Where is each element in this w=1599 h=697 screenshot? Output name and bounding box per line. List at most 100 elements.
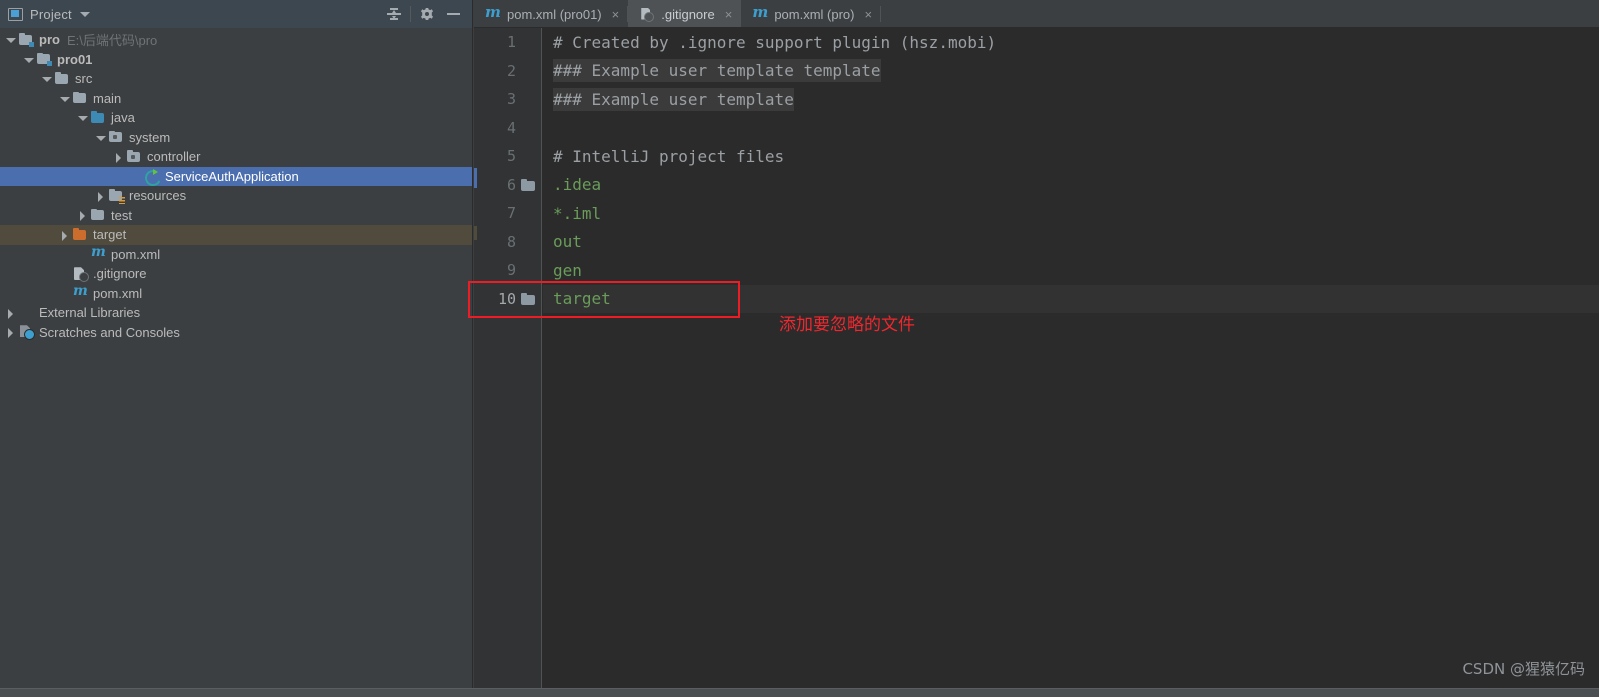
gutter-line[interactable]: 6: [477, 171, 541, 200]
editor-code-area[interactable]: # Created by .ignore support plugin (hsz…: [543, 28, 1599, 688]
code-line-text: ### Example user template: [553, 87, 794, 111]
maven-file-icon: [485, 3, 501, 22]
gutter-line[interactable]: 10: [477, 285, 541, 314]
line-number: 10: [497, 289, 516, 308]
line-number: 6: [506, 175, 516, 194]
expand-arrow-right-icon[interactable]: [4, 323, 18, 342]
expand-arrow-right-icon[interactable]: [112, 147, 126, 166]
tree-item-label: pro01: [57, 51, 93, 67]
code-line-text: # Created by .ignore support plugin (hsz…: [553, 32, 997, 52]
code-line[interactable]: ### Example user template template: [543, 57, 1599, 86]
expand-arrow-down-icon[interactable]: [4, 30, 18, 49]
gutter-line[interactable]: 8: [477, 228, 541, 257]
gutter-line[interactable]: 1: [477, 28, 541, 57]
close-icon[interactable]: ×: [612, 8, 620, 21]
editor-tab-pom-xml-pro[interactable]: pom.xml (pro) ×: [741, 0, 882, 28]
tree-item-label: Scratches and Consoles: [39, 324, 180, 340]
tree-item-pom-xml[interactable]: pom.xml: [0, 283, 472, 304]
arrow-spacer: [58, 284, 72, 303]
tree-item-label: system: [129, 129, 171, 145]
editor-tab-bar[interactable]: pom.xml (pro01)×.gitignore×pom.xml (pro)…: [474, 0, 1599, 28]
expand-arrow-down-icon[interactable]: [40, 69, 54, 88]
tree-item-target[interactable]: target: [0, 225, 472, 245]
tree-item-system[interactable]: system: [0, 128, 472, 148]
tree-item-pom-xml[interactable]: pom.xml: [0, 244, 472, 265]
tree-item-label: controller: [147, 149, 201, 165]
tree-item-label: java: [111, 110, 135, 126]
tree-item-src[interactable]: src: [0, 69, 472, 89]
gutter-line[interactable]: 3: [477, 85, 541, 114]
annotation-label: 添加要忽略的文件: [779, 315, 915, 335]
gutter-line[interactable]: 2: [477, 57, 541, 86]
project-tree[interactable]: pro E:\后端代码\pro pro01 src main java system cont…: [0, 28, 472, 688]
tree-item-label: main: [93, 90, 122, 106]
tree-item-serviceauthapplication[interactable]: ServiceAuthApplication: [0, 166, 472, 186]
minimize-icon: [446, 13, 460, 15]
editor-tab-gitignore[interactable]: .gitignore ×: [628, 0, 742, 28]
tree-item-pro01[interactable]: pro01: [0, 50, 472, 70]
arrow-spacer: [130, 167, 144, 186]
folder-icon: [90, 207, 107, 223]
gitignore-file-icon: [639, 7, 655, 22]
code-line[interactable]: .idea: [543, 171, 1599, 200]
code-line[interactable]: *.iml: [543, 199, 1599, 228]
tree-item-label: External Libraries: [39, 305, 141, 321]
expand-arrow-down-icon[interactable]: [76, 108, 90, 127]
gutter-spacer: [521, 121, 537, 134]
tree-item-test[interactable]: test: [0, 206, 472, 226]
project-panel-header: Project: [0, 0, 472, 28]
toolbar-divider: [410, 6, 411, 22]
gutter-line[interactable]: 5: [477, 142, 541, 171]
close-icon[interactable]: ×: [725, 8, 733, 21]
tree-item-path: E:\后端代码\pro: [66, 33, 158, 49]
tree-item-gitignore[interactable]: .gitignore: [0, 264, 472, 284]
tree-item-controller[interactable]: controller: [0, 147, 472, 167]
expand-arrow-down-icon[interactable]: [58, 89, 72, 108]
editor-gutter[interactable]: 1 2 3 4 5 6 7 8 9 10: [477, 28, 542, 688]
hide-panel-button[interactable]: [440, 1, 466, 27]
tree-item-main[interactable]: main: [0, 89, 472, 109]
code-line[interactable]: gen: [543, 256, 1599, 285]
gutter-line[interactable]: 4: [477, 114, 541, 143]
tree-item-pro[interactable]: pro E:\后端代码\pro: [0, 30, 472, 50]
code-line-text: # IntelliJ project files: [553, 146, 785, 166]
tree-item-external-libraries[interactable]: External Libraries: [0, 303, 472, 323]
editor-tab-pom-xml-pro01[interactable]: pom.xml (pro01) ×: [474, 0, 629, 28]
tree-item-label: target: [93, 227, 127, 243]
gutter-spacer: [521, 64, 537, 77]
code-line[interactable]: ### Example user template: [543, 85, 1599, 114]
arrow-spacer: [58, 264, 72, 283]
icon-badge: [47, 61, 52, 67]
expand-arrow-right-icon[interactable]: [58, 225, 72, 244]
chevron-down-icon[interactable]: [79, 11, 90, 17]
gutter-spacer: [521, 93, 537, 106]
tree-item-java[interactable]: java: [0, 108, 472, 128]
settings-button[interactable]: [414, 1, 440, 27]
line-number: 8: [506, 232, 516, 251]
expand-arrow-right-icon[interactable]: [94, 186, 108, 205]
code-line[interactable]: # IntelliJ project files: [543, 142, 1599, 171]
gutter-folder-icon[interactable]: [521, 292, 537, 306]
expand-arrow-right-icon[interactable]: [4, 303, 18, 322]
line-number: 5: [506, 147, 516, 166]
code-line[interactable]: target: [543, 284, 1599, 313]
expand-arrow-down-icon[interactable]: [22, 50, 36, 69]
close-icon[interactable]: ×: [865, 8, 873, 21]
code-line[interactable]: # Created by .ignore support plugin (hsz…: [543, 28, 1599, 57]
tree-item-resources[interactable]: resources: [0, 186, 472, 206]
package-icon: [108, 129, 125, 145]
expand-arrow-right-icon[interactable]: [76, 206, 90, 225]
code-line-text: out: [553, 232, 582, 252]
gutter-line[interactable]: 7: [477, 199, 541, 228]
project-panel-title: Project: [30, 6, 72, 22]
gutter-folder-icon[interactable]: [521, 178, 537, 192]
gutter-line[interactable]: 9: [477, 256, 541, 285]
libraries-icon: [18, 305, 35, 321]
code-line[interactable]: out: [543, 228, 1599, 257]
collapse-all-button[interactable]: [381, 1, 407, 27]
code-line-text: .idea: [553, 175, 602, 195]
code-line[interactable]: [543, 114, 1599, 143]
maven-file-icon: [752, 3, 768, 22]
tree-item-scratches-and-consoles[interactable]: Scratches and Consoles: [0, 323, 472, 343]
expand-arrow-down-icon[interactable]: [94, 128, 108, 147]
